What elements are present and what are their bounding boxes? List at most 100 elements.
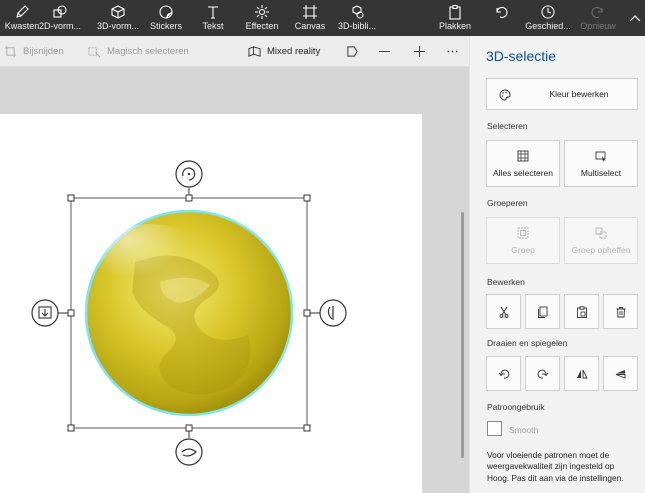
- 3d-shapes-button[interactable]: 3D-vorm...: [95, 0, 141, 36]
- select-all-button[interactable]: Alles selecteren: [486, 140, 560, 187]
- rotate-left-button[interactable]: [486, 356, 521, 391]
- brushes-label: Kwasten: [4, 21, 40, 31]
- ungroup-button[interactable]: Groep opheffen: [564, 217, 638, 264]
- chevron-up-icon: [629, 15, 641, 22]
- zoom-out-button[interactable]: [372, 36, 396, 67]
- cut-button[interactable]: [486, 294, 521, 329]
- flip-vertical-button[interactable]: [603, 356, 638, 391]
- mixed-reality-icon: [248, 46, 261, 57]
- effects-button[interactable]: Effecten: [242, 0, 282, 36]
- collapse-ribbon-button[interactable]: [626, 0, 644, 36]
- select-all-label: Alles selecteren: [492, 167, 553, 178]
- multiselect-label: Multiselect: [580, 167, 622, 178]
- crop-icon: [4, 45, 17, 58]
- group-label: Groep: [511, 244, 535, 255]
- text-button[interactable]: Tekst: [196, 0, 230, 36]
- pattern-note: Voor vloeiende patronen moet de weergave…: [487, 450, 624, 483]
- mixed-reality-label: Mixed reality: [267, 46, 321, 57]
- panel-title: 3D-selectie: [486, 48, 557, 64]
- text-icon: [208, 6, 218, 19]
- crop-button[interactable]: Bijsnijden: [4, 36, 64, 67]
- top-ribbon: Kwasten 2D-vorm... 3D-vorm... Stickers T…: [0, 0, 645, 36]
- more-options-button[interactable]: [440, 36, 464, 67]
- paste-icon: [576, 305, 587, 318]
- rotate-right-button[interactable]: [525, 356, 560, 391]
- mixed-reality-button[interactable]: Mixed reality: [248, 36, 320, 67]
- 3d-shapes-icon: [111, 5, 125, 19]
- 3d-library-label: 3D-bibli...: [337, 21, 376, 31]
- scissors-icon: [499, 306, 508, 318]
- 3d-library-icon: [352, 5, 364, 19]
- trash-icon: [616, 306, 625, 317]
- effects-label: Effecten: [245, 21, 279, 31]
- rotate-flip-heading: Draaien en spiegelen: [487, 338, 568, 348]
- brush-icon: [16, 5, 29, 18]
- select-all-icon: [517, 150, 529, 161]
- select-heading: Selecteren: [487, 121, 528, 131]
- 3d-selection-panel: 3D-selectie Kleur bewerken Selecteren Al…: [469, 36, 645, 493]
- multiselect-button[interactable]: Multiselect: [564, 140, 638, 187]
- 2d-shapes-button[interactable]: 2D-vorm...: [36, 0, 84, 36]
- rotate-x-handle[interactable]: [175, 438, 203, 466]
- zoom-in-button[interactable]: [407, 36, 431, 67]
- rotate-right-icon: [537, 369, 548, 378]
- redo-label: Opnieuw: [580, 21, 616, 31]
- magic-select-button[interactable]: Magisch selecteren: [88, 36, 189, 67]
- pattern-heading: Patroongebruik: [487, 402, 545, 412]
- 2d-shapes-icon: [53, 5, 67, 18]
- redo-icon: [591, 6, 603, 18]
- edit-color-button[interactable]: Kleur bewerken: [486, 78, 638, 110]
- flip-horizontal-button[interactable]: [564, 356, 599, 391]
- rotate-z-handle[interactable]: [175, 160, 203, 188]
- delete-button[interactable]: [603, 294, 638, 329]
- text-label: Tekst: [202, 21, 224, 31]
- selection-overlay: [31, 160, 347, 466]
- paste-label: Plakken: [438, 21, 472, 31]
- copy-button[interactable]: [525, 294, 560, 329]
- flag-button[interactable]: [340, 36, 364, 67]
- more-icon: [446, 50, 458, 53]
- paste-icon: [449, 4, 461, 20]
- flip-horizontal-icon: [576, 369, 588, 378]
- rotate-y-handle[interactable]: [319, 299, 347, 327]
- history-label: Geschied...: [525, 21, 571, 31]
- canvas-area[interactable]: [0, 67, 469, 493]
- smooth-checkbox[interactable]: [487, 421, 502, 436]
- undo-icon: [496, 6, 508, 18]
- 3d-shapes-label: 3D-vorm...: [96, 21, 139, 31]
- redo-button[interactable]: Opnieuw: [578, 0, 618, 36]
- minus-icon: [378, 51, 390, 52]
- history-button[interactable]: Geschied...: [525, 0, 571, 36]
- flip-vertical-icon: [615, 369, 625, 379]
- copy-icon: [537, 306, 547, 318]
- group-button[interactable]: Groep: [486, 217, 560, 264]
- flag-icon: [346, 46, 358, 57]
- edit-color-label: Kleur bewerken: [549, 89, 609, 99]
- ungroup-label: Groep opheffen: [571, 244, 631, 255]
- 3d-library-button[interactable]: 3D-bibli...: [336, 0, 378, 36]
- multiselect-icon: [595, 151, 606, 162]
- stickers-label: Stickers: [149, 21, 182, 31]
- 3d-sphere-object[interactable]: [84, 209, 294, 417]
- paste-button[interactable]: Plakken: [438, 0, 472, 36]
- history-icon: [541, 5, 555, 19]
- canvas-icon: [303, 5, 317, 19]
- canvas-button[interactable]: Canvas: [292, 0, 328, 36]
- edit-heading: Bewerken: [487, 277, 525, 287]
- group-icon: [517, 227, 529, 238]
- sub-toolbar: Bijsnijden Magisch selecteren Mixed real…: [0, 36, 469, 67]
- tilt-depth-handle[interactable]: [31, 299, 59, 327]
- stickers-button[interactable]: Stickers: [146, 0, 186, 36]
- magic-select-label: Magisch selecteren: [107, 46, 189, 57]
- smooth-label: Smooth: [509, 425, 539, 435]
- group-heading: Groeperen: [487, 198, 528, 208]
- undo-button[interactable]: [490, 0, 512, 36]
- palette-icon: [499, 89, 511, 101]
- ungroup-icon: [595, 227, 607, 238]
- sticker-icon: [159, 5, 173, 19]
- crop-label: Bijsnijden: [23, 46, 64, 57]
- paste-panel-button[interactable]: [564, 294, 599, 329]
- 2d-shapes-label: 2D-vorm...: [38, 21, 81, 31]
- canvas-label: Canvas: [294, 21, 326, 31]
- rotate-left-icon: [498, 369, 509, 378]
